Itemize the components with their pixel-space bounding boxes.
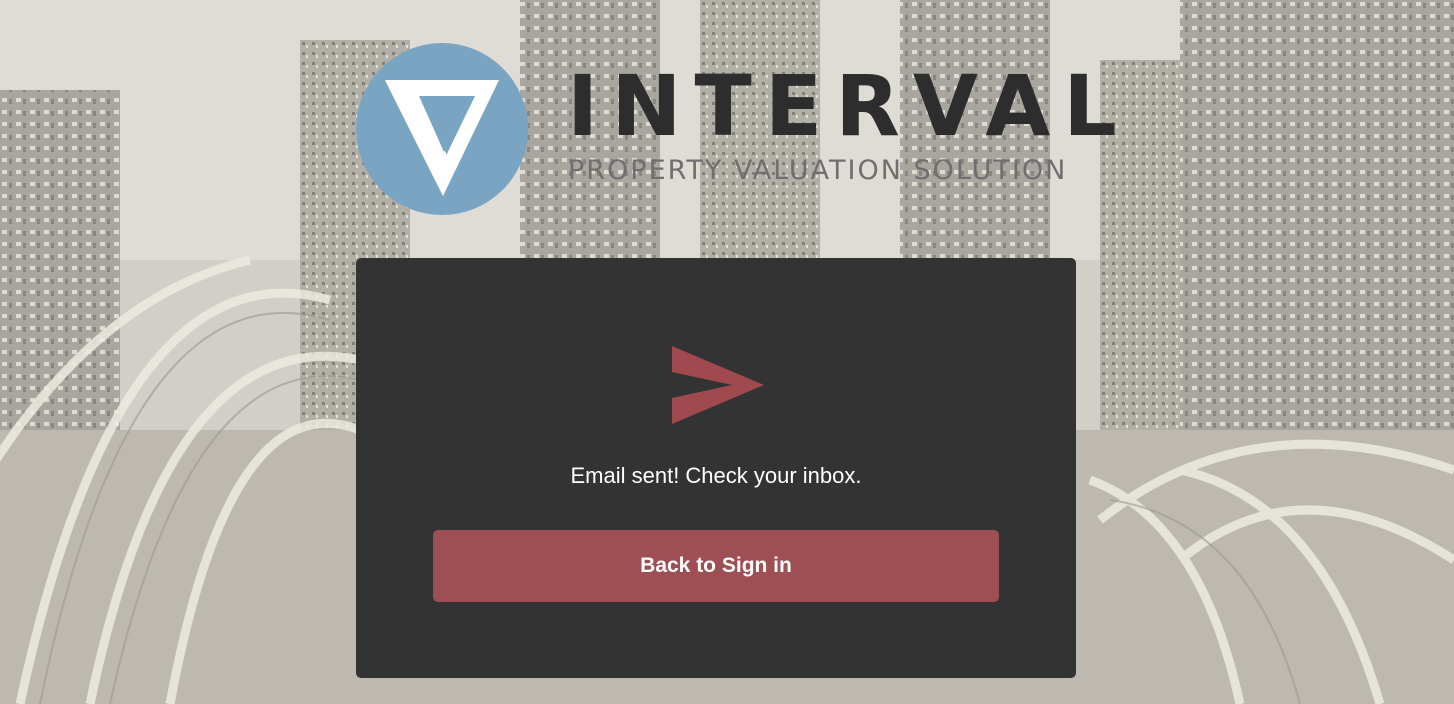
confirmation-card: Email sent! Check your inbox. Back to Si… (356, 258, 1076, 678)
paper-plane-send-icon (672, 346, 764, 424)
brand-name: INTERVAL (567, 57, 1130, 155)
interval-v-logo-icon (356, 43, 528, 215)
email-sent-message: Email sent! Check your inbox. (570, 463, 862, 488)
interval-logo: INTERVAL PROPERTY VALUATION SOLUTION (355, 42, 1117, 218)
back-to-sign-in-button[interactable]: Back to Sign in (433, 530, 999, 602)
brand-tagline: PROPERTY VALUATION SOLUTION (568, 155, 1068, 186)
email-sent-page: INTERVAL PROPERTY VALUATION SOLUTION Ema… (0, 0, 1454, 704)
